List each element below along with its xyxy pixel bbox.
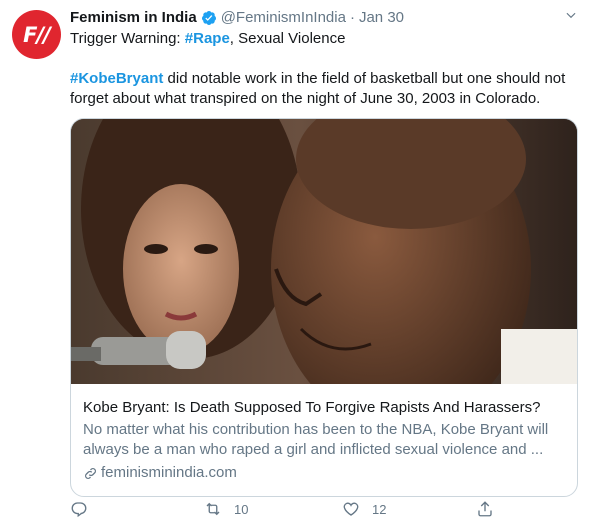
avatar[interactable]: F//: [12, 10, 61, 59]
verified-badge-icon: [201, 11, 216, 25]
card-image: [71, 119, 577, 384]
reply-icon: [71, 502, 87, 518]
tweet-date[interactable]: Jan 30: [359, 8, 404, 28]
link-preview-card[interactable]: Kobe Bryant: Is Death Supposed To Forgiv…: [70, 118, 578, 497]
like-count: 12: [372, 501, 387, 517]
retweet-icon: [206, 502, 220, 516]
share-icon: [478, 501, 492, 517]
tweet-text-line1: Trigger Warning: #Rape, Sexual Violence: [70, 29, 580, 49]
share-button[interactable]: [476, 500, 494, 518]
hashtag-kobebryant[interactable]: #KobeBryant: [70, 70, 163, 87]
hashtag-rape[interactable]: #Rape: [185, 30, 230, 47]
tweet-actions: 10 12: [70, 500, 580, 520]
retweet-button[interactable]: 10: [204, 500, 248, 518]
card-domain-text: feminisminindia.com: [101, 464, 237, 481]
card-description: No matter what his contribution has been…: [83, 421, 549, 458]
chevron-down-icon[interactable]: [564, 8, 578, 22]
tweet-text-prefix: Trigger Warning:: [70, 30, 185, 47]
tweet-header: Feminism in India @FeminismInIndia · Jan…: [70, 8, 580, 28]
header-separator: ·: [349, 9, 355, 26]
heart-icon: [343, 502, 359, 516]
tweet-text-body: #KobeBryant did notable work in the fiel…: [70, 69, 580, 109]
card-body: Kobe Bryant: Is Death Supposed To Forgiv…: [83, 398, 567, 483]
card-domain: feminisminindia.com: [83, 463, 567, 483]
author-name[interactable]: Feminism in India: [70, 8, 197, 28]
link-icon: [85, 467, 96, 479]
tweet-text-suffix: , Sexual Violence: [229, 30, 346, 47]
like-button[interactable]: 12: [342, 500, 386, 518]
tweet: Feminism in India @FeminismInIndia · Jan…: [70, 8, 580, 518]
card-title: Kobe Bryant: Is Death Supposed To Forgiv…: [83, 399, 541, 416]
author-handle[interactable]: @FeminismInIndia: [221, 8, 346, 28]
retweet-count: 10: [234, 501, 249, 517]
reply-button[interactable]: [70, 500, 88, 518]
